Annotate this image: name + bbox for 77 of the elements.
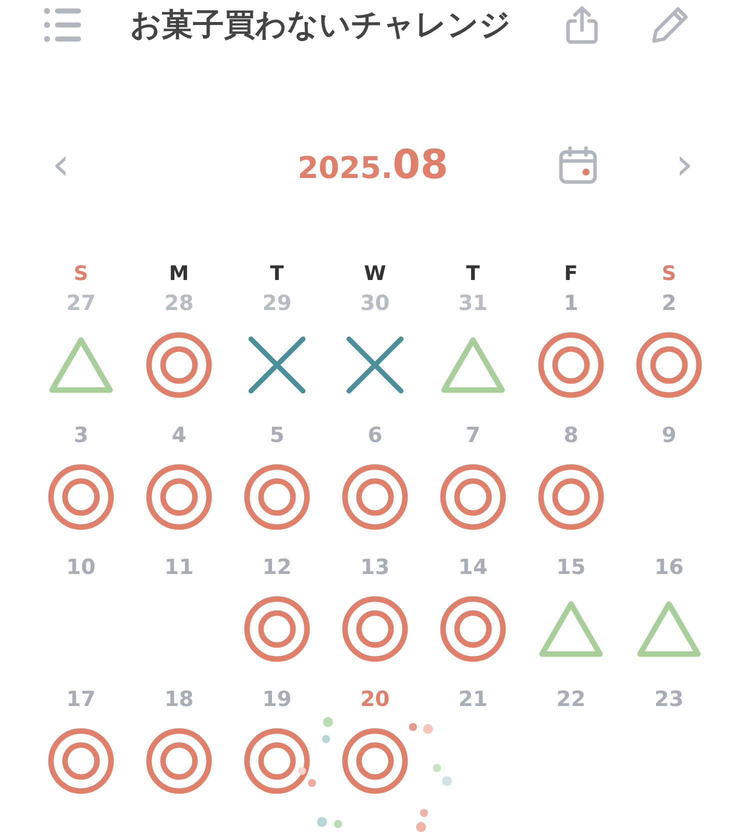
double-circle-icon <box>440 596 506 662</box>
date-number[interactable]: 9 <box>662 420 676 450</box>
date-number[interactable]: 21 <box>458 684 488 714</box>
date-number[interactable]: 28 <box>164 288 194 318</box>
double-circle-icon <box>342 464 408 530</box>
calendar-icon[interactable] <box>558 145 598 185</box>
date-number[interactable]: 23 <box>654 684 684 714</box>
date-number[interactable]: 3 <box>74 420 88 450</box>
date-number[interactable]: 4 <box>172 420 186 450</box>
double-circle-icon <box>146 728 212 794</box>
double-circle-icon <box>244 464 310 530</box>
date-number[interactable]: 16 <box>654 552 684 582</box>
weekday-label: M <box>169 260 189 287</box>
double-circle-icon <box>146 464 212 530</box>
previous-month-button[interactable]: ‹ <box>46 142 76 188</box>
double-circle-icon <box>538 464 604 530</box>
double-circle-icon <box>342 728 408 794</box>
date-number[interactable]: 5 <box>270 420 284 450</box>
double-circle-icon <box>244 596 310 662</box>
confetti-dot <box>298 767 306 775</box>
date-number[interactable]: 20 <box>360 684 390 714</box>
cross-icon <box>247 335 307 395</box>
double-circle-icon <box>48 728 114 794</box>
confetti-dot <box>433 764 441 772</box>
date-number[interactable]: 31 <box>458 288 488 318</box>
triangle-icon <box>538 600 604 658</box>
date-number[interactable]: 29 <box>262 288 292 318</box>
confetti-dot <box>442 776 452 786</box>
double-circle-icon <box>636 332 702 398</box>
confetti-dot <box>334 820 342 828</box>
date-number[interactable]: 10 <box>66 552 96 582</box>
date-number[interactable]: 18 <box>164 684 194 714</box>
cross-icon <box>345 335 405 395</box>
triangle-icon <box>440 336 506 394</box>
confetti-dot <box>317 817 327 827</box>
weekday-label: S <box>662 260 676 287</box>
pencil-icon[interactable] <box>650 5 690 45</box>
confetti-dot <box>416 822 426 832</box>
double-circle-icon <box>538 332 604 398</box>
date-number[interactable]: 8 <box>564 420 578 450</box>
year-label: 2025. <box>298 151 393 186</box>
weekday-label: W <box>364 260 386 287</box>
weekday-label: S <box>74 260 88 287</box>
date-number[interactable]: 14 <box>458 552 488 582</box>
date-number[interactable]: 30 <box>360 288 390 318</box>
double-circle-icon <box>440 464 506 530</box>
weekday-label: T <box>270 260 284 287</box>
date-number[interactable]: 1 <box>564 288 578 318</box>
confetti-dot <box>420 809 428 817</box>
next-month-button[interactable]: › <box>670 142 700 188</box>
month-label: 08 <box>392 142 448 188</box>
weekday-label: F <box>564 260 578 287</box>
date-number[interactable]: 17 <box>66 684 96 714</box>
date-number[interactable]: 19 <box>262 684 292 714</box>
confetti-dot <box>323 717 333 727</box>
date-number[interactable]: 11 <box>164 552 194 582</box>
date-number[interactable]: 27 <box>66 288 96 318</box>
double-circle-icon <box>342 596 408 662</box>
confetti-dot <box>308 779 316 787</box>
date-number[interactable]: 15 <box>556 552 586 582</box>
double-circle-icon <box>146 332 212 398</box>
list-icon[interactable] <box>42 5 82 45</box>
date-number[interactable]: 7 <box>466 420 480 450</box>
confetti-dot <box>423 724 433 734</box>
double-circle-icon <box>48 464 114 530</box>
weekday-label: T <box>466 260 480 287</box>
triangle-icon <box>636 600 702 658</box>
triangle-icon <box>48 336 114 394</box>
date-number[interactable]: 13 <box>360 552 390 582</box>
confetti-dot <box>322 735 330 743</box>
app-title: お菓子買わないチャレンジ <box>130 6 512 45</box>
confetti-dot <box>409 723 417 731</box>
date-number[interactable]: 12 <box>262 552 292 582</box>
date-number[interactable]: 6 <box>368 420 382 450</box>
date-number[interactable]: 22 <box>556 684 586 714</box>
date-number[interactable]: 2 <box>662 288 676 318</box>
double-circle-icon <box>244 728 310 794</box>
